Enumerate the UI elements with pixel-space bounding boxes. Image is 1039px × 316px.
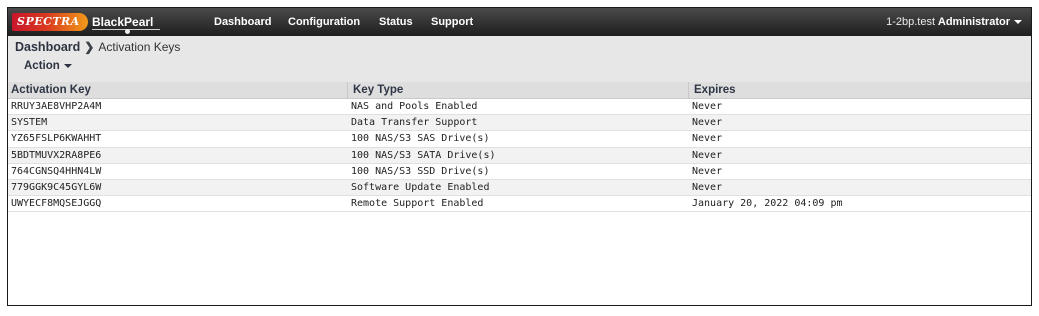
user-menu[interactable]: Administrator: [938, 8, 1022, 36]
table-header: Activation Key Key Type Expires: [8, 82, 1031, 99]
nav-status-label: Status: [379, 16, 413, 28]
cell-key-type: 100 NAS/S3 SAS Drive(s): [351, 133, 490, 145]
cell-key-type: 100 NAS/S3 SSD Drive(s): [351, 165, 490, 177]
spectra-logo[interactable]: SPECTRA: [12, 13, 88, 31]
product-name: BlackPearl: [92, 15, 154, 29]
nav-dashboard[interactable]: Dashboard: [214, 8, 271, 36]
column-header-expires[interactable]: Expires: [689, 82, 1031, 99]
column-header-activation-key[interactable]: Activation Key: [8, 82, 348, 99]
chevron-down-icon: [63, 63, 72, 68]
cell-activation-key: RRUY3AE8VHP2A4M: [11, 101, 102, 112]
chevron-right-icon: ❯: [84, 40, 95, 54]
action-menu-button[interactable]: Action: [24, 60, 72, 72]
table-row[interactable]: 764CGNSQ4HHN4LW 100 NAS/S3 SSD Drive(s) …: [8, 164, 1031, 180]
breadcrumb-current: Activation Keys: [98, 40, 181, 54]
blackpearl-logo[interactable]: BlackPearl: [92, 12, 160, 34]
nav-configuration-label: Configuration: [288, 16, 361, 28]
nav-dashboard-label: Dashboard: [214, 16, 272, 28]
nav-status[interactable]: Status: [379, 8, 413, 36]
cell-expires: Never: [692, 165, 723, 177]
table-row[interactable]: UWYECF8MQSEJGGQ Remote Support Enabled J…: [8, 196, 1031, 213]
cell-expires: Never: [692, 181, 723, 193]
pearl-icon: [125, 29, 130, 34]
table-row[interactable]: SYSTEM Data Transfer Support Never: [8, 115, 1031, 132]
page-header: Dashboard ❯ Activation Keys Action: [8, 36, 1031, 83]
cell-activation-key: YZ65FSLP6KWAHHT: [11, 133, 102, 145]
cell-key-type: 100 NAS/S3 SATA Drive(s): [351, 149, 496, 161]
table-row[interactable]: RRUY3AE8VHP2A4M NAS and Pools Enabled Ne…: [8, 99, 1031, 116]
nav-support-label: Support: [431, 16, 474, 28]
breadcrumb-dashboard-link[interactable]: Dashboard: [15, 40, 80, 54]
cell-activation-key: UWYECF8MQSEJGGQ: [11, 198, 102, 210]
hostname-text: 1-2bp.test: [886, 16, 935, 28]
chevron-down-icon: [1014, 20, 1022, 25]
breadcrumb: Dashboard ❯ Activation Keys: [15, 40, 180, 54]
cell-key-type: NAS and Pools Enabled: [351, 101, 478, 112]
app-window: SPECTRA BlackPearl Dashboard Configurati…: [7, 7, 1032, 306]
cell-activation-key: 764CGNSQ4HHN4LW: [11, 165, 102, 177]
nav-support[interactable]: Support: [431, 8, 473, 36]
cell-activation-key: 779GGK9C45GYL6W: [11, 181, 102, 193]
cell-expires: Never: [692, 149, 723, 161]
nav-configuration[interactable]: Configuration: [288, 8, 360, 36]
cell-expires: Never: [692, 101, 723, 112]
cell-key-type: Remote Support Enabled: [351, 198, 484, 210]
spectra-logo-text: SPECTRA: [17, 15, 80, 28]
cell-expires: Never: [692, 133, 723, 145]
cell-activation-key: 5BDTMUVX2RA8PE6: [11, 149, 102, 161]
cell-expires: January 20, 2022 04:09 pm: [692, 198, 843, 210]
cell-activation-key: SYSTEM: [11, 117, 48, 129]
cell-key-type: Data Transfer Support: [351, 117, 478, 129]
table-row[interactable]: YZ65FSLP6KWAHHT 100 NAS/S3 SAS Drive(s) …: [8, 131, 1031, 148]
column-header-key-type[interactable]: Key Type: [348, 82, 689, 99]
table-row[interactable]: 5BDTMUVX2RA8PE6 100 NAS/S3 SATA Drive(s)…: [8, 147, 1031, 164]
cell-key-type: Software Update Enabled: [351, 181, 490, 193]
action-menu-label: Action: [24, 60, 60, 72]
cell-expires: Never: [692, 117, 723, 129]
top-navbar: SPECTRA BlackPearl Dashboard Configurati…: [8, 8, 1031, 37]
table-row[interactable]: 779GGK9C45GYL6W Software Update Enabled …: [8, 179, 1031, 197]
hostname: 1-2bp.test: [886, 8, 935, 36]
activation-keys-table: RRUY3AE8VHP2A4M NAS and Pools Enabled Ne…: [8, 99, 1031, 213]
user-menu-label: Administrator: [937, 16, 1010, 28]
